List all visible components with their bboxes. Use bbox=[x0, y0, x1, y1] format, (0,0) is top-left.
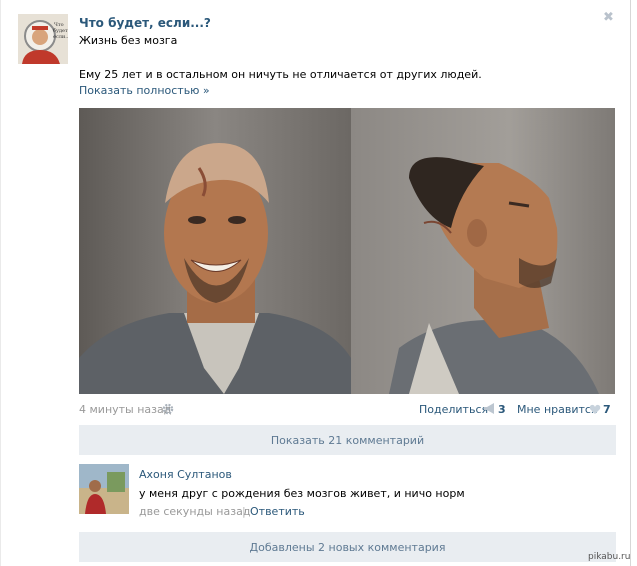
post-time[interactable]: 4 минуты назад bbox=[79, 403, 171, 416]
post-text: Ему 25 лет и в остальном он ничуть не от… bbox=[79, 68, 482, 81]
post-photo[interactable] bbox=[79, 108, 615, 394]
comment-time[interactable]: две секунды назад bbox=[139, 505, 250, 518]
gear-icon[interactable] bbox=[162, 403, 174, 415]
comment-author[interactable]: Ахоня Султанов bbox=[139, 468, 232, 481]
share-button[interactable]: Поделиться bbox=[419, 403, 488, 416]
heart-icon[interactable] bbox=[589, 404, 601, 418]
like-button[interactable]: Мне нравится bbox=[517, 403, 598, 416]
new-comments-bar[interactable]: Добавлены 2 новых комментария bbox=[79, 532, 616, 562]
show-more-link[interactable]: Показать полностью » bbox=[79, 84, 210, 97]
watermark: pikabu.ru bbox=[588, 552, 631, 562]
svg-text:если...?: если...? bbox=[53, 34, 68, 40]
show-comments-button[interactable]: Показать 21 комментарий bbox=[79, 425, 616, 455]
comment-avatar[interactable] bbox=[79, 464, 129, 514]
reply-link[interactable]: Ответить bbox=[250, 505, 305, 518]
close-icon[interactable]: ✖ bbox=[603, 10, 614, 25]
share-count: 3 bbox=[498, 403, 506, 416]
like-count: 7 bbox=[603, 403, 611, 416]
svg-text:будет,: будет, bbox=[53, 27, 68, 34]
group-title[interactable]: Что будет, если...? bbox=[79, 16, 211, 30]
megaphone-icon[interactable] bbox=[483, 403, 496, 417]
group-avatar[interactable]: Что будет, если...? bbox=[18, 14, 68, 64]
comment-text: у меня друг с рождения без мозгов живет,… bbox=[139, 487, 465, 500]
comment-separator: | bbox=[242, 505, 246, 518]
post-subtitle: Жизнь без мозга bbox=[79, 34, 178, 47]
